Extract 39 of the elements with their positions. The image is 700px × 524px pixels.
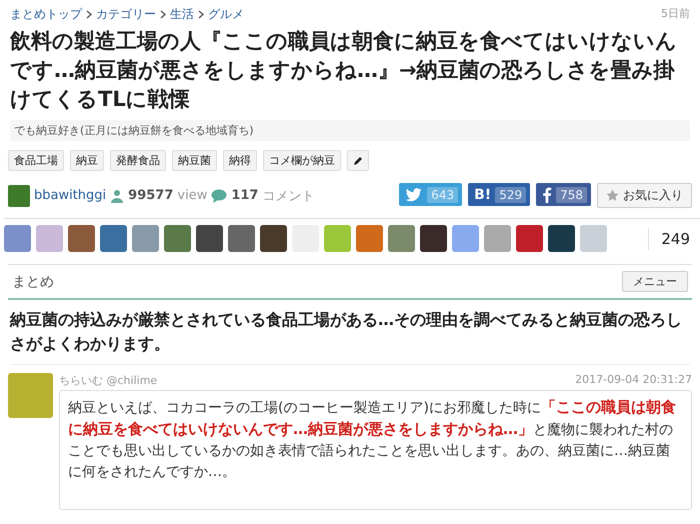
tag[interactable]: 発酵食品 [110, 150, 166, 171]
facebook-logo-icon [542, 186, 552, 202]
tweet-author: ちらいむ [59, 374, 103, 387]
tweet-text: 納豆といえば、コカコーラの工場(のコーヒー製造エリア)にお邪魔した時に「ここの職員は朝食に納豆を食べてはいけないんです…納豆菌が悪さをしますからね…」と魔物に襲われた村のことでも思い出しているかの如き表情で語られたことを思い出します。あの、納豆菌に…納豆菌に何をされたんですか…。 [59, 390, 692, 510]
speech-bubble-icon [211, 188, 228, 202]
bookmark-share-button[interactable]: B! 529 [468, 183, 530, 206]
person-icon [110, 188, 124, 202]
view-label: view [177, 188, 208, 203]
comment-count: 117 [231, 188, 258, 203]
favorite-button[interactable]: お気に入り [597, 183, 692, 208]
breadcrumb-link[interactable]: まとめトップ [10, 6, 82, 23]
breadcrumb-link[interactable]: グルメ [208, 6, 244, 23]
article-description: でも納豆好き(正月には納豆餅を食べる地域育ち) [10, 120, 690, 141]
chevron-icon [198, 10, 204, 19]
chevron-icon [160, 10, 166, 19]
menu-button[interactable]: メニュー [622, 271, 688, 292]
comment-label: コメント [262, 188, 314, 204]
star-icon [606, 189, 619, 202]
article-title: 飲料の製造工場の人『ここの職員は朝食に納豆を食べてはいけないんです…納豆菌が悪さをしますからね…』→納豆菌の恐ろしさを畳み掛けてくるTLに戦慄 [10, 28, 678, 113]
tweet-handle: @chilime [106, 374, 158, 387]
section-title: まとめ [12, 272, 54, 290]
tweet-time: 2017-09-04 20:31:27 [575, 373, 692, 388]
tag[interactable]: 納豆 [70, 150, 104, 171]
tag[interactable]: 食品工場 [8, 150, 64, 171]
tag[interactable]: コメ欄が納豆 [263, 150, 341, 171]
chevron-icon [86, 10, 92, 19]
tweet-avatar [8, 373, 53, 418]
breadcrumb-link[interactable]: 生活 [170, 6, 194, 23]
lead-text: 納豆菌の持込みが厳禁とされている食品工場がある…その理由を調べてみると納豆菌の恐ろしさがよくわかります。 [10, 308, 690, 365]
breadcrumb-link[interactable]: カテゴリー [96, 6, 156, 23]
tag[interactable]: 納得 [223, 150, 257, 171]
tag[interactable]: 納豆菌 [172, 150, 217, 171]
pencil-icon[interactable] [347, 150, 369, 171]
author-name[interactable]: bbawithggi [34, 188, 106, 203]
posted-time: 5日前 [661, 6, 690, 22]
user-avatar[interactable] [8, 184, 30, 206]
view-count: 99577 [128, 188, 174, 203]
favorite-count: 249 [648, 228, 700, 250]
bird-icon [405, 188, 424, 202]
